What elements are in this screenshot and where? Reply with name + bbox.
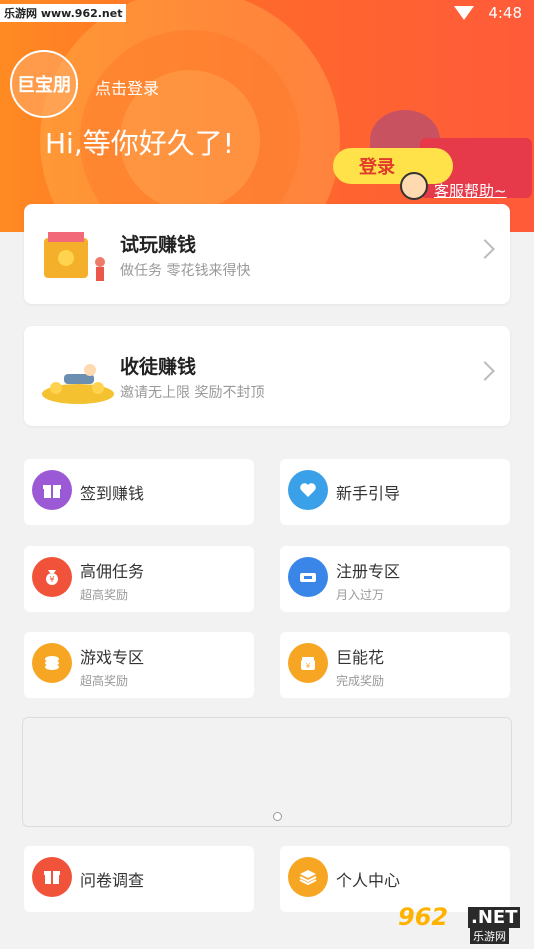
tile-label: 个人中心 — [336, 871, 401, 890]
support-agent-icon — [400, 172, 428, 200]
card-title: 收徒赚钱 — [120, 356, 197, 378]
jar-icon: ¥ — [288, 643, 328, 683]
tile-game-zone[interactable]: 游戏专区 超高奖励 — [24, 632, 254, 698]
logo-cn: 乐游网 — [470, 928, 509, 944]
login-link[interactable]: 点击登录 — [95, 75, 159, 99]
coins-illustration — [42, 364, 114, 404]
tile-survey[interactable]: 问卷调查 — [24, 846, 254, 912]
site-logo: 962 .NET 乐游网 — [398, 903, 528, 944]
tile-sublabel: 完成奖励 — [336, 674, 385, 688]
status-time: 4:48 — [488, 4, 522, 22]
tile-label: 签到赚钱 — [80, 484, 145, 503]
tile-label: 游戏专区 — [80, 648, 145, 667]
tile-sublabel: 超高奖励 — [80, 674, 129, 688]
recruit-earn-card[interactable]: 收徒赚钱 邀请无上限 奖励不封顶 — [24, 326, 510, 426]
tile-beginner-guide[interactable]: 新手引导 — [280, 459, 510, 525]
tile-checkin-earn[interactable]: 签到赚钱 — [24, 459, 254, 525]
logo-number: 962 — [398, 903, 449, 931]
promo-login-button[interactable]: 登录 — [333, 148, 453, 184]
tile-high-commission[interactable]: ¥ 高佣任务 超高奖励 — [24, 546, 254, 612]
svg-text:¥: ¥ — [306, 662, 311, 670]
customer-help-link[interactable]: 客服帮助~ — [434, 180, 507, 201]
gift-icon — [32, 470, 72, 510]
ad-banner[interactable] — [22, 717, 512, 827]
layers-icon — [288, 857, 328, 897]
wallet-illustration — [44, 232, 105, 281]
login-promo[interactable]: 登录 客服帮助~ — [330, 110, 534, 210]
money-bag-icon: ¥ — [32, 557, 72, 597]
card-subtitle: 邀请无上限 奖励不封顶 — [120, 385, 265, 401]
tile-register-zone[interactable]: 注册专区 月入过万 — [280, 546, 510, 612]
trial-earn-card[interactable]: 试玩赚钱 做任务 零花钱来得快 — [24, 204, 510, 304]
wifi-icon — [454, 6, 474, 20]
chevron-right-icon — [475, 239, 495, 259]
svg-text:¥: ¥ — [49, 575, 54, 584]
box-icon — [32, 857, 72, 897]
heart-icon — [288, 470, 328, 510]
avatar-text: 巨宝朋 — [17, 75, 71, 96]
status-bar: 乐游网 www.962.net 4:48 — [0, 0, 534, 28]
header-banner: 乐游网 www.962.net 4:48 巨宝朋 点击登录 Hi,等你好久了! … — [0, 0, 534, 232]
tile-label: 高佣任务 — [80, 562, 145, 581]
chevron-right-icon — [475, 361, 495, 381]
tile-juneng-flower[interactable]: ¥ 巨能花 完成奖励 — [280, 632, 510, 698]
tile-label: 巨能花 — [336, 648, 385, 667]
greeting-text: Hi,等你好久了! — [45, 127, 234, 160]
avatar[interactable]: 巨宝朋 — [10, 50, 78, 118]
watermark: 乐游网 www.962.net — [0, 4, 127, 22]
tile-label: 新手引导 — [336, 484, 401, 503]
tile-sublabel: 超高奖励 — [80, 588, 129, 602]
logo-net: .NET — [468, 907, 521, 928]
card-subtitle: 做任务 零花钱来得快 — [120, 263, 251, 279]
carousel-indicator[interactable] — [273, 812, 282, 821]
ticket-icon — [288, 557, 328, 597]
coins-icon — [32, 643, 72, 683]
card-title: 试玩赚钱 — [120, 234, 197, 256]
tile-sublabel: 月入过万 — [336, 588, 385, 602]
promo-login-label: 登录 — [359, 157, 395, 178]
tile-label: 问卷调查 — [80, 871, 145, 890]
tile-label: 注册专区 — [336, 562, 401, 581]
